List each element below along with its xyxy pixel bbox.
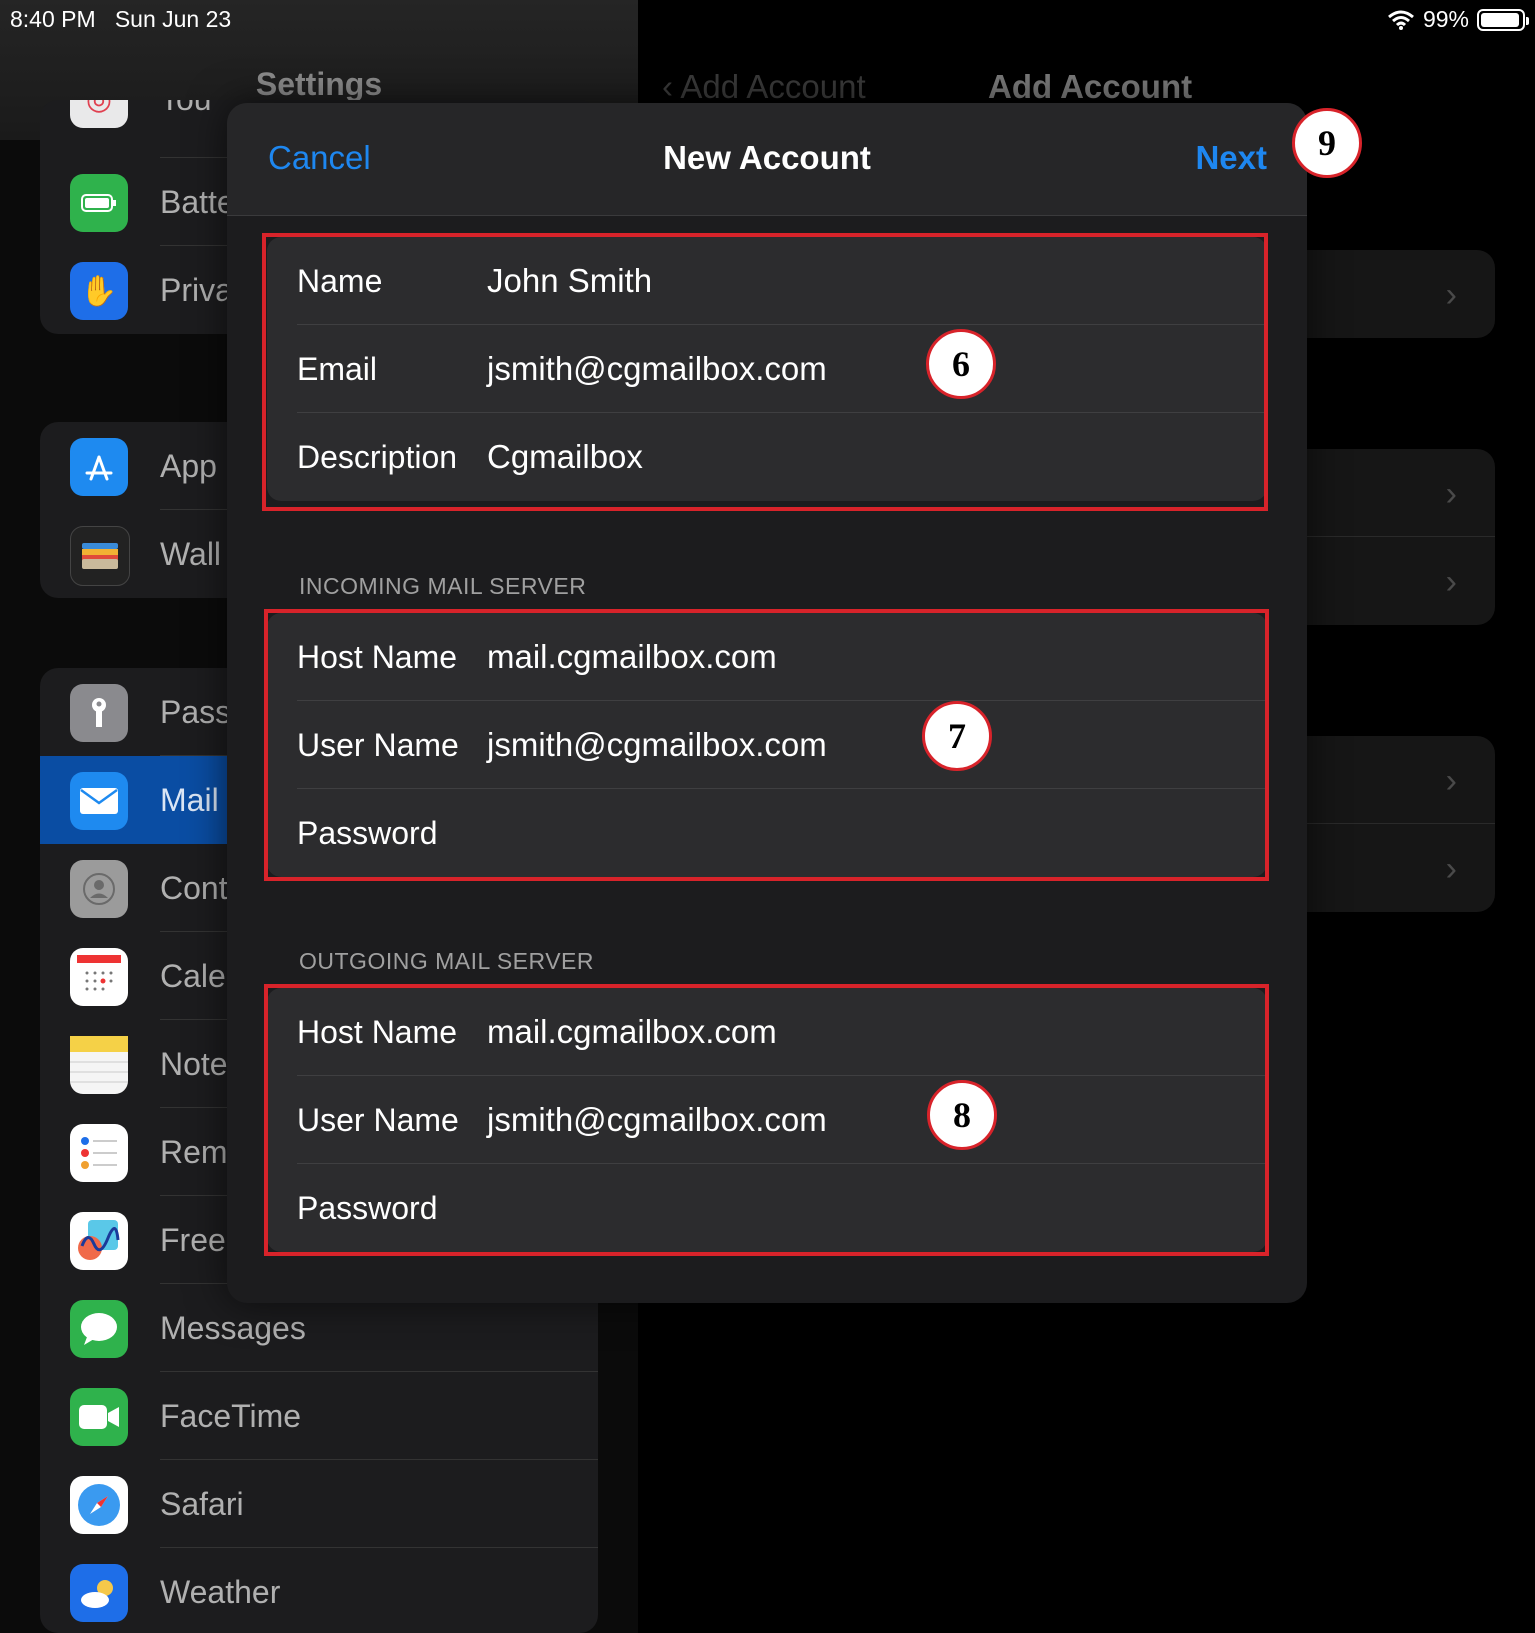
hand-icon: ✋: [70, 262, 128, 320]
status-bar: 8:40 PM Sun Jun 23 99%: [0, 0, 1535, 40]
sheet-header: Cancel New Account Next: [227, 103, 1307, 216]
incoming-server-header: INCOMING MAIL SERVER: [299, 573, 587, 599]
touch-id-icon: ◎: [70, 100, 128, 128]
outgoing-server-header: OUTGOING MAIL SERVER: [299, 948, 594, 974]
step-badge-9: 9: [1292, 108, 1362, 178]
reminders-icon: [70, 1124, 128, 1182]
sidebar-item-safari[interactable]: Safari: [40, 1460, 598, 1548]
status-right: 99%: [1387, 6, 1529, 33]
sidebar-item-label: Cale: [160, 958, 226, 994]
sidebar-item-label: Cont: [160, 870, 228, 906]
mail-icon: [70, 772, 128, 830]
sheet-title: New Account: [663, 139, 871, 176]
notes-icon: [70, 1036, 128, 1094]
sidebar-item-label: Tou: [160, 100, 212, 128]
sidebar-item-label: Weather: [160, 1574, 281, 1610]
sidebar-item-label: Rem: [160, 1134, 228, 1170]
step-badge-6: 6: [926, 329, 996, 399]
next-button[interactable]: Next: [1195, 139, 1267, 177]
sidebar-item-label: Priva: [160, 272, 233, 308]
calendar-icon: [70, 948, 128, 1006]
wallet-icon: [70, 526, 130, 586]
sidebar-item-label: App: [160, 448, 217, 484]
messages-icon: [70, 1300, 128, 1358]
status-time: 8:40 PM Sun Jun 23: [10, 6, 232, 32]
annotation-box-account: [262, 233, 1268, 511]
detail-title: Add Account: [988, 68, 1193, 105]
sidebar-item-facetime[interactable]: FaceTime: [40, 1372, 598, 1460]
freeform-icon: [70, 1212, 128, 1270]
facetime-icon: [70, 1388, 128, 1446]
sidebar-item-label: Wall: [160, 536, 222, 572]
sidebar-item-label: Mail: [160, 782, 219, 818]
annotation-box-incoming: [264, 609, 1269, 881]
battery-indicator-icon: [1477, 8, 1529, 31]
sidebar-item-weather[interactable]: Weather: [40, 1548, 598, 1633]
sidebar-item-label: Free: [160, 1222, 226, 1258]
wifi-icon: [1387, 10, 1414, 30]
chevron-right-icon: ›: [1445, 850, 1457, 888]
chevron-right-icon: ›: [1445, 276, 1457, 314]
sidebar-item-label: FaceTime: [160, 1398, 302, 1434]
annotation-box-outgoing: [264, 984, 1269, 1256]
sidebar-item-label: Safari: [160, 1486, 244, 1522]
key-icon: [70, 684, 128, 742]
sidebar-title: Settings: [255, 66, 383, 102]
safari-icon: [70, 1476, 128, 1534]
back-button[interactable]: ‹ Add Account: [662, 68, 866, 106]
contacts-icon: [70, 860, 128, 918]
chevron-right-icon: ›: [1445, 563, 1457, 601]
step-badge-7: 7: [922, 701, 992, 771]
chevron-right-icon: ›: [1445, 475, 1457, 513]
battery-icon: [70, 174, 128, 232]
chevron-right-icon: ›: [1445, 762, 1457, 800]
step-badge-8: 8: [927, 1080, 997, 1150]
back-button-label: Add Account: [680, 68, 866, 105]
sidebar-item-label: Note: [160, 1046, 228, 1082]
weather-icon: [70, 1564, 128, 1622]
battery-percent: 99%: [1422, 6, 1469, 32]
app-store-icon: [70, 438, 128, 496]
sidebar-item-label: Pass: [160, 694, 232, 730]
sidebar-item-label: Batte: [160, 184, 235, 220]
